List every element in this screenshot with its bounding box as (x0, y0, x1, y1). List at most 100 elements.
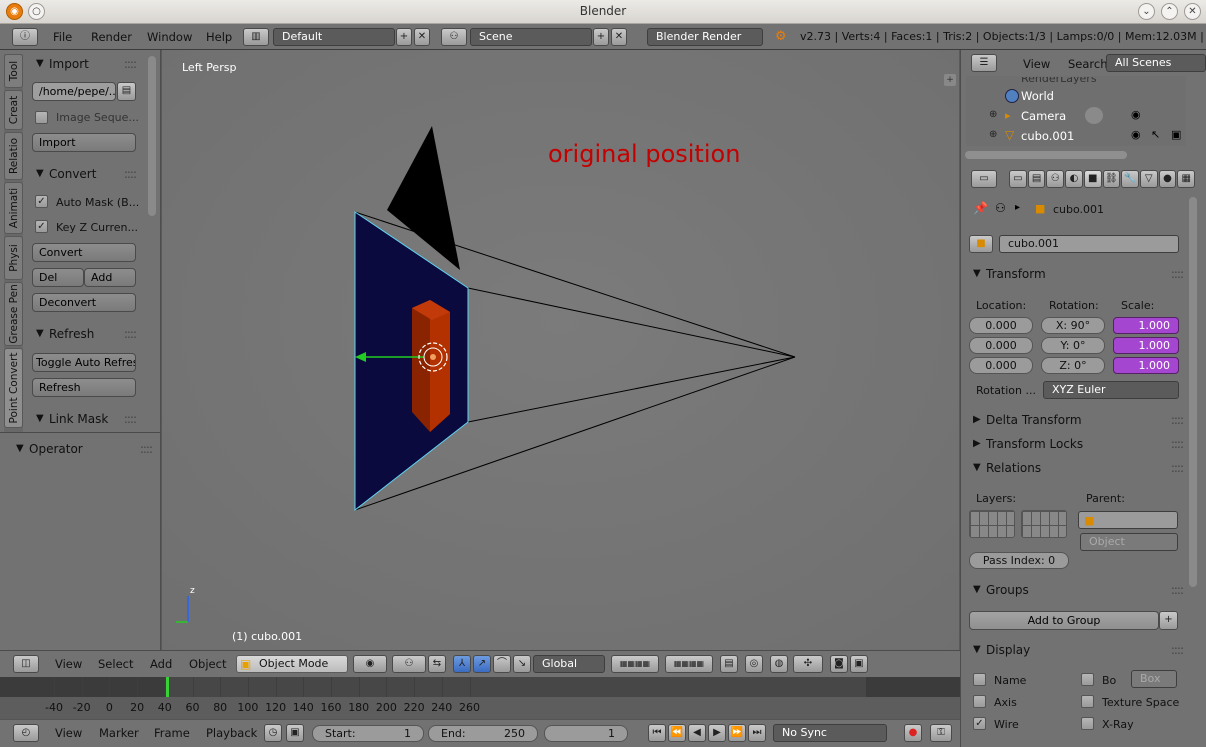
visibility-eye-icon[interactable]: ◉ (1131, 128, 1141, 141)
pass-index-field[interactable]: Pass Index: 0 (969, 552, 1069, 569)
properties-editor-icon[interactable]: ▭ (971, 170, 997, 188)
minimize-icon[interactable]: ⌄ (1138, 3, 1155, 20)
scale-manipulator-icon[interactable]: ⌒ (493, 655, 511, 673)
grip-icon[interactable]: :::: (140, 442, 153, 456)
preview-range-icon[interactable]: ◷ (264, 724, 282, 742)
timeline-editor-icon[interactable]: ◴ (13, 724, 39, 742)
menu-object[interactable]: Object (189, 657, 226, 671)
record-icon[interactable]: ● (904, 724, 922, 742)
modifiers-tab-icon[interactable]: 🔧 (1121, 170, 1139, 188)
grip-icon[interactable]: :::: (1171, 437, 1184, 451)
viewport-shading-icon[interactable]: ◉ (353, 655, 387, 673)
display-name-checkbox[interactable] (973, 673, 986, 686)
menu-view[interactable]: View (1023, 57, 1050, 71)
tool-shelf-scrollbar[interactable] (148, 56, 156, 216)
del-button[interactable]: Del (32, 268, 84, 287)
import-path-field[interactable]: /home/pepe/... (32, 82, 116, 101)
tab-animation[interactable]: Animati (4, 182, 23, 234)
texture-space-checkbox[interactable] (1081, 695, 1094, 708)
grip-icon[interactable]: :::: (124, 412, 137, 426)
image-sequence-checkbox[interactable] (35, 111, 48, 124)
panel-display-header[interactable]: ▼ Display :::: (973, 641, 1184, 661)
grip-icon[interactable]: :::: (1171, 413, 1184, 427)
add-scene-icon[interactable]: + (593, 28, 609, 46)
panel-convert-header[interactable]: ▼ Convert :::: (36, 165, 137, 185)
tab-tool[interactable]: Tool (4, 54, 23, 88)
location-z-field[interactable]: 0.000 (969, 357, 1033, 374)
play-reverse-icon[interactable]: ◀ (688, 724, 706, 742)
menu-select[interactable]: Select (98, 657, 133, 671)
render-still-icon[interactable]: ◙ (830, 655, 848, 673)
grip-icon[interactable]: :::: (124, 57, 137, 71)
transform-orientation-select[interactable]: Global (533, 655, 605, 673)
tab-relations[interactable]: Relatio (4, 132, 23, 180)
object-type-icon[interactable]: ■ (969, 235, 993, 253)
tab-physics[interactable]: Physi (4, 236, 23, 280)
properties-toggle-icon[interactable]: + (944, 74, 956, 86)
mesh-data-tab-icon[interactable]: ▽ (1139, 170, 1158, 188)
play-icon[interactable]: ▶ (708, 724, 726, 742)
auto-mask-checkbox[interactable]: ✓ (35, 195, 48, 208)
manipulator-toggle-icon[interactable]: ⇆ (428, 655, 446, 673)
scene-field[interactable]: Scene (470, 28, 592, 46)
texture-tab-icon[interactable]: ▦ (1177, 170, 1196, 188)
grip-icon[interactable]: :::: (1171, 461, 1184, 475)
jump-keyframe-forward-icon[interactable]: ⏩ (728, 724, 746, 742)
add-layout-icon[interactable]: + (396, 28, 412, 46)
scale-y-field[interactable]: 1.000 (1113, 337, 1179, 354)
outliner-filter-select[interactable]: All Scenes (1106, 54, 1206, 72)
menu-window[interactable]: Window (147, 30, 192, 44)
render-animation-icon[interactable]: ▣ (850, 655, 868, 673)
remove-layout-icon[interactable]: ✕ (414, 28, 430, 46)
xray-checkbox[interactable] (1081, 717, 1094, 730)
location-y-field[interactable]: 0.000 (969, 337, 1033, 354)
jump-end-icon[interactable]: ⏭ (748, 724, 766, 742)
close-icon[interactable]: ✕ (1184, 3, 1201, 20)
screen-layout-field[interactable]: Default (273, 28, 395, 46)
tab-point-convert[interactable]: Point Convert (4, 348, 23, 428)
folder-icon[interactable]: ▤ (117, 82, 136, 101)
grip-icon[interactable]: :::: (124, 167, 137, 181)
add-button[interactable]: Add (84, 268, 136, 287)
menu-render[interactable]: Render (91, 30, 132, 44)
3d-viewport[interactable]: Left Persp original position z (1) cubo.… (162, 50, 959, 650)
outliner-item-camera[interactable]: Camera (1021, 109, 1066, 123)
menu-marker[interactable]: Marker (99, 726, 139, 740)
proportional-edit-icon[interactable]: ◎ (745, 655, 763, 673)
jump-start-icon[interactable]: ⏮ (648, 724, 666, 742)
maximize-icon[interactable]: ⌃ (1161, 3, 1178, 20)
menu-view[interactable]: View (55, 726, 82, 740)
key-z-checkbox[interactable]: ✓ (35, 220, 48, 233)
grip-icon[interactable]: :::: (124, 327, 137, 341)
menu-view[interactable]: View (55, 657, 82, 671)
info-editor-icon[interactable]: ⓘ (12, 28, 38, 46)
rotation-z-field[interactable]: Z: 0° (1041, 357, 1105, 374)
panel-transform-locks-header[interactable]: ▶ Transform Locks :::: (973, 435, 1184, 455)
panel-import-header[interactable]: ▼ Import :::: (36, 55, 137, 75)
menu-help[interactable]: Help (206, 30, 232, 44)
snap-icon[interactable]: ◍ (770, 655, 788, 673)
panel-delta-transform-header[interactable]: ▶ Delta Transform :::: (973, 411, 1184, 431)
menu-playback[interactable]: Playback (206, 726, 257, 740)
expand-icon[interactable]: ⊕ (989, 129, 997, 140)
rotate-manipulator-icon[interactable]: ↗ (473, 655, 491, 673)
start-frame-field[interactable]: Start: 1 (312, 725, 424, 742)
end-frame-field[interactable]: End: 250 (428, 725, 538, 742)
manipulator-extra-icon[interactable]: ↘ (513, 655, 531, 673)
toggle-auto-refresh-button[interactable]: Toggle Auto Refresh (32, 353, 136, 372)
remove-scene-icon[interactable]: ✕ (611, 28, 627, 46)
outliner-editor-icon[interactable]: ☰ (971, 54, 997, 72)
constraints-tab-icon[interactable]: ⛓ (1102, 170, 1121, 188)
panel-link-mask-header[interactable]: ▼ Link Mask :::: (36, 410, 137, 430)
tab-grease-pencil[interactable]: Grease Pen (4, 282, 23, 346)
snap-element-icon[interactable]: ✣ (793, 655, 823, 673)
pin-icon[interactable]: 📌 (973, 201, 988, 215)
outliner-item-cubo[interactable]: cubo.001 (1021, 129, 1074, 143)
current-frame-field[interactable]: 1 (544, 725, 628, 742)
menu-frame[interactable]: Frame (154, 726, 190, 740)
scene-tab-icon[interactable]: ⚇ (1046, 170, 1065, 188)
material-tab-icon[interactable]: ● (1158, 170, 1177, 188)
scale-z-field[interactable]: 1.000 (1113, 357, 1179, 374)
sync-mode-select[interactable]: No Sync (773, 724, 887, 742)
tab-create[interactable]: Creat (4, 90, 23, 130)
